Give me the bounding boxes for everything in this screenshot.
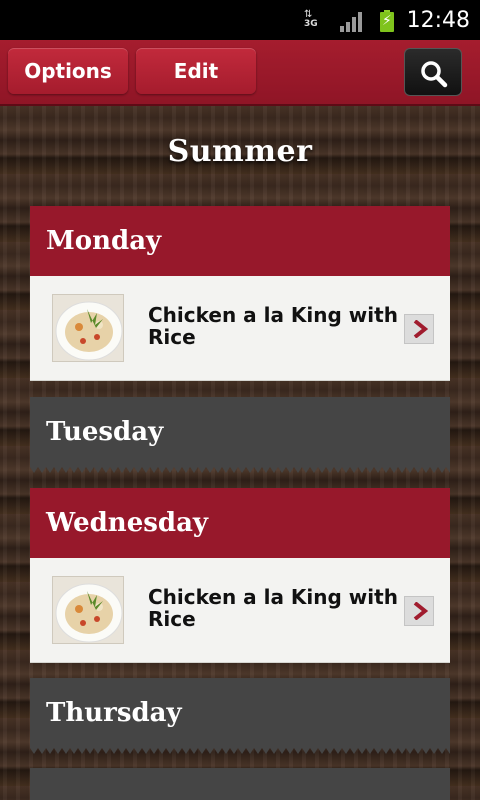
day-section-monday: Monday Chicken a la King with Rice xyxy=(30,206,450,381)
signal-icon xyxy=(340,12,364,32)
open-meal-button[interactable] xyxy=(404,596,434,626)
chevron-right-icon xyxy=(413,320,428,338)
day-section-thursday: Thursday xyxy=(30,678,450,754)
app-toolbar: Options Edit xyxy=(0,40,480,106)
options-button[interactable]: Options xyxy=(8,48,128,94)
page-title: Summer xyxy=(167,134,313,169)
open-meal-button[interactable] xyxy=(404,314,434,344)
day-label: Thursday xyxy=(46,698,182,728)
search-button[interactable] xyxy=(404,48,462,96)
day-label: Tuesday xyxy=(46,417,164,447)
zigzag-edge xyxy=(30,467,450,473)
edit-button[interactable]: Edit xyxy=(136,48,256,94)
mobile-data-icon: ⇅ 3G xyxy=(304,10,322,32)
day-section-tuesday: Tuesday xyxy=(30,397,450,473)
day-label: Monday xyxy=(46,226,162,256)
meal-item[interactable]: Chicken a la King with Rice xyxy=(30,276,450,381)
meal-item[interactable]: Chicken a la King with Rice xyxy=(30,558,450,663)
day-label: Wednesday xyxy=(46,508,209,538)
network-type: 3G xyxy=(304,19,318,29)
meal-thumbnail xyxy=(52,576,124,644)
chevron-right-icon xyxy=(413,602,428,620)
day-header-thursday[interactable]: Thursday xyxy=(30,678,450,754)
day-header-partial[interactable] xyxy=(30,768,450,800)
meal-thumbnail xyxy=(52,294,124,362)
day-section-wednesday: Wednesday Chicken a la King with Rice xyxy=(30,488,450,663)
day-section-partial xyxy=(30,768,450,800)
meal-name: Chicken a la King with Rice xyxy=(148,585,398,631)
zigzag-edge xyxy=(30,748,450,754)
status-bar: ⇅ 3G ⚡ 12:48 xyxy=(0,0,480,40)
day-header-tuesday[interactable]: Tuesday xyxy=(30,397,450,473)
day-header-wednesday[interactable]: Wednesday xyxy=(30,488,450,564)
status-time: 12:48 xyxy=(406,8,470,33)
battery-charging-icon: ⚡ xyxy=(380,10,394,32)
day-header-monday[interactable]: Monday xyxy=(30,206,450,282)
meal-name: Chicken a la King with Rice xyxy=(148,303,398,349)
search-icon xyxy=(421,61,448,88)
